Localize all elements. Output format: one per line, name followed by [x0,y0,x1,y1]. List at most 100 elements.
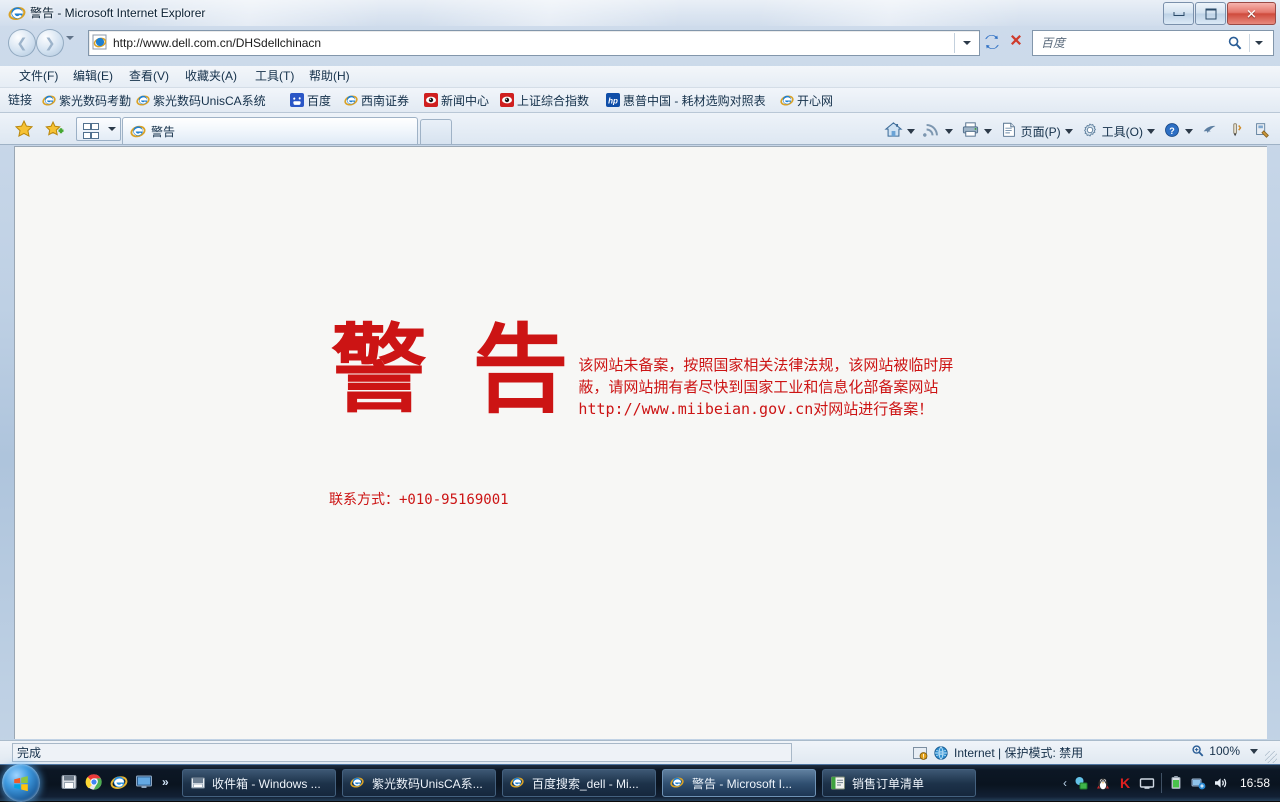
recent-pages-chevron-icon[interactable] [66,36,74,40]
security-zone[interactable]: ! Internet | 保护模式: 禁用 [912,744,1083,761]
tray-expand-icon[interactable]: ‹ [1063,776,1067,790]
svg-text:?: ? [1169,125,1175,135]
add-to-favorites-icon[interactable] [44,119,64,139]
link-item-6[interactable]: hp 惠普中国 - 耗材选购对照表 [606,91,766,109]
help-button[interactable]: ? [1160,119,1196,144]
messenger-icon [1201,121,1219,142]
favorites-star-icon[interactable] [14,119,34,139]
network-icon[interactable] [1190,775,1206,791]
ie-favicon [344,93,358,107]
page-menu-button[interactable]: 页面(P) [997,119,1076,144]
window-controls: ✕ [1163,2,1276,25]
tab-warning[interactable]: 警告 [122,117,418,144]
media-player-icon[interactable] [60,773,78,791]
link-item-1[interactable]: 紫光数码UnisCA系统 [136,91,266,109]
menu-item-2[interactable]: 查看(V) [122,68,176,85]
menu-item-4[interactable]: 工具(T) [248,68,301,85]
start-button[interactable] [2,764,40,802]
chevron-down-icon[interactable] [1064,128,1073,134]
link-item-label: 紫光数码考勤 [59,93,132,108]
ie-icon[interactable] [110,773,128,791]
quick-tabs-button[interactable] [76,117,106,141]
search-magnifier-icon[interactable] [1227,35,1243,51]
menu-item-0[interactable]: 文件(F) [12,68,65,85]
new-tab-button[interactable] [420,119,452,145]
red-eye-favicon [424,93,438,107]
volume-icon[interactable] [1212,775,1228,791]
search-input[interactable]: 百度 [1041,35,1065,51]
ie-icon [350,775,366,791]
research-button[interactable] [1224,119,1248,144]
baidu-favicon [290,93,304,107]
chevron-down-icon[interactable] [1185,128,1193,134]
svg-text:K: K [1120,775,1130,791]
qq-penguin-icon[interactable] [1095,775,1111,791]
zoom-dropdown-icon[interactable] [1250,748,1258,754]
link-item-2[interactable]: 百度 [290,91,331,109]
hp-favicon: hp [606,93,620,107]
snapshot-icon [1253,121,1271,142]
tab-list-dropdown[interactable] [104,117,121,141]
zoom-control[interactable]: 100% [1191,744,1258,758]
red-eye-favicon [500,93,514,107]
menu-item-5[interactable]: 帮助(H) [302,68,357,85]
taskbar-button-1[interactable]: 紫光数码UnisCA系... [342,769,496,797]
search-provider-dropdown-icon[interactable] [1255,41,1263,45]
warning-block: 警 告 该网站未备案，按照国家相关法律法规，该网站被临时屏 蔽，请网站拥有者尽快… [331,322,988,420]
svg-text:hp: hp [608,96,618,105]
feeds-button[interactable] [920,119,956,144]
link-item-0[interactable]: 紫光数码考勤 [42,91,131,109]
resize-grip[interactable] [1265,751,1277,763]
taskbar-button-label: 销售订单清单 [852,776,925,791]
snapshot-button[interactable] [1250,119,1274,144]
quick-tabs-icon [83,123,99,139]
link-item-label: 惠普中国 - 耗材选购对照表 [623,93,766,108]
stop-button[interactable] [1004,30,1028,54]
home-button[interactable] [881,118,918,144]
print-icon [961,120,980,142]
link-item-3[interactable]: 西南证券 [344,91,409,109]
chevron-down-icon[interactable] [983,128,992,134]
close-icon: ✕ [1246,6,1257,21]
address-url: http://www.dell.com.cn/DHSdellchinacn [113,36,322,50]
monitor-icon[interactable] [1139,775,1155,791]
link-item-4[interactable]: 新闻中心 [424,91,489,109]
chevron-down-icon[interactable] [906,128,915,134]
green-network-app-icon[interactable] [1073,775,1089,791]
page-menu-label: 页面(P) [1020,124,1061,139]
taskbar-button-0[interactable]: 收件箱 - Windows ... [182,769,336,797]
messenger-button[interactable] [1198,119,1222,144]
tools-menu-button[interactable]: 工具(O) [1078,119,1158,144]
chevron-down-icon[interactable] [944,128,953,134]
search-box[interactable]: 百度 [1032,30,1274,56]
chevron-down-icon[interactable] [1147,128,1155,134]
chrome-icon[interactable] [85,773,103,791]
menu-item-3[interactable]: 收藏夹(A) [178,68,244,85]
refresh-button[interactable] [980,30,1004,54]
tab-bar-divider [0,144,1280,145]
title-bar[interactable]: 警告 - Microsoft Internet Explorer ✕ [0,0,1280,26]
chevron-down-icon [108,127,116,131]
link-item-5[interactable]: 上证综合指数 [500,91,589,109]
taskbar-button-2[interactable]: 百度搜索_dell - Mi... [502,769,656,797]
close-button[interactable]: ✕ [1227,2,1276,25]
forward-button[interactable]: ❯ [36,29,64,57]
quick-launch-overflow-icon[interactable]: » [162,775,169,789]
taskbar-clock[interactable]: 16:58 [1240,776,1270,790]
kingsoft-k-icon[interactable]: K [1117,775,1133,791]
page-viewport[interactable]: 警 告 该网站未备案，按照国家相关法律法规，该网站被临时屏 蔽，请网站拥有者尽快… [14,146,1267,739]
quick-launch-bar: » [60,773,169,791]
print-button[interactable] [958,118,995,144]
show-desktop-icon[interactable] [135,773,153,791]
minimize-button[interactable] [1163,2,1194,25]
menu-item-1[interactable]: 编辑(E) [66,68,120,85]
taskbar-button-3[interactable]: 警告 - Microsoft I... [662,769,816,797]
address-bar[interactable]: http://www.dell.com.cn/DHSdellchinacn [88,30,980,56]
maximize-button[interactable] [1195,2,1226,25]
battery-icon[interactable] [1168,775,1184,791]
ie-favicon [130,123,146,139]
address-dropdown-icon[interactable] [963,41,971,45]
link-item-7[interactable]: 开心网 [780,91,833,109]
taskbar-button-4[interactable]: 销售订单清单 [822,769,976,797]
back-button[interactable]: ❮ [8,29,36,57]
